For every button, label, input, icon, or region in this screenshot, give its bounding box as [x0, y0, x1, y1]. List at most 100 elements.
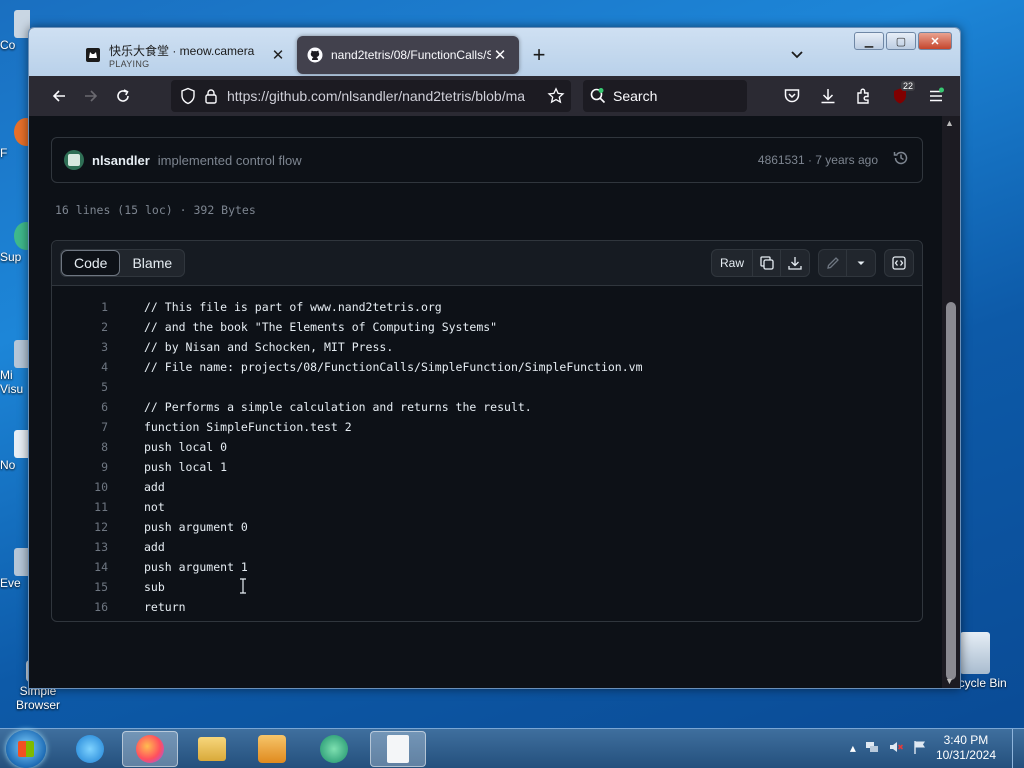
line-number[interactable]: 1 [52, 300, 108, 314]
bookmark-star-icon[interactable] [547, 87, 565, 105]
taskbar-firefox[interactable] [122, 731, 178, 767]
desktop-icon-visual-studio[interactable]: Mi Visu [0, 340, 30, 396]
forward-button[interactable] [75, 80, 107, 112]
line-number[interactable]: 3 [52, 340, 108, 354]
start-button[interactable] [6, 730, 46, 768]
edit-button[interactable] [819, 250, 847, 276]
back-button[interactable] [43, 80, 75, 112]
network-icon[interactable] [864, 739, 880, 758]
scroll-up-arrow-icon[interactable]: ▲ [945, 118, 954, 128]
line-number[interactable]: 7 [52, 420, 108, 434]
tab-github-file[interactable]: nand2tetris/08/FunctionCalls/S ✕ [297, 36, 519, 74]
taskbar-internet-explorer[interactable] [62, 731, 118, 767]
line-code: // File name: projects/08/FunctionCalls/… [144, 360, 643, 374]
volume-muted-icon[interactable] [888, 739, 904, 758]
taskbar-file-explorer[interactable] [184, 731, 240, 767]
action-center-flag-icon[interactable] [912, 739, 928, 758]
new-tab-button[interactable]: + [519, 36, 559, 74]
code-line[interactable]: 2 // and the book "The Elements of Comput… [52, 317, 922, 337]
search-box[interactable]: Search [583, 80, 747, 112]
close-window-button[interactable]: ✕ [918, 32, 952, 50]
scroll-down-arrow-icon[interactable]: ▼ [945, 676, 954, 686]
code-line[interactable]: 11 not [52, 497, 922, 517]
code-line[interactable]: 6 // Performs a simple calculation and re… [52, 397, 922, 417]
desktop-icon-support[interactable]: Sup [0, 222, 30, 264]
code-line[interactable]: 16 return [52, 597, 922, 617]
pocket-button[interactable] [776, 80, 808, 112]
line-number[interactable]: 12 [52, 520, 108, 534]
line-number[interactable]: 14 [52, 560, 108, 574]
scrollbar-thumb[interactable] [946, 302, 956, 680]
code-line[interactable]: 3 // by Nisan and Schocken, MIT Press. [52, 337, 922, 357]
code-line[interactable]: 5 [52, 377, 922, 397]
line-number[interactable]: 15 [52, 580, 108, 594]
desktop-icon-notepad[interactable]: No [0, 430, 30, 472]
download-raw-button[interactable] [781, 250, 809, 276]
commit-message-link[interactable]: implemented control flow [158, 153, 758, 168]
url-text: https://github.com/nlsandler/nand2tetris… [227, 88, 526, 104]
code-line[interactable]: 12 push argument 0 [52, 517, 922, 537]
symbols-panel-button[interactable] [885, 250, 913, 276]
taskbar-media-player[interactable] [244, 731, 300, 767]
shield-icon[interactable] [179, 87, 197, 105]
maximize-button[interactable]: ▢ [886, 32, 916, 50]
code-line[interactable]: 8 push local 0 [52, 437, 922, 457]
line-number[interactable]: 2 [52, 320, 108, 334]
taskbar-app[interactable] [306, 731, 362, 767]
code-line[interactable]: 13 add [52, 537, 922, 557]
line-number[interactable]: 6 [52, 400, 108, 414]
address-bar[interactable]: https://github.com/nlsandler/nand2tetris… [171, 80, 571, 112]
edit-dropdown-button[interactable] [847, 250, 875, 276]
system-tray: ▴ 3:40 PM 10/31/2024 [850, 733, 1018, 763]
extensions-button[interactable] [848, 80, 880, 112]
code-line[interactable]: 14 push argument 1 [52, 557, 922, 577]
code-line[interactable]: 10 add [52, 477, 922, 497]
line-number[interactable]: 9 [52, 460, 108, 474]
author-avatar[interactable] [64, 150, 84, 170]
show-hidden-icons-chevron-icon[interactable]: ▴ [850, 741, 856, 755]
commit-author-link[interactable]: nlsandler [92, 153, 150, 168]
tab-blame[interactable]: Blame [120, 250, 184, 276]
commit-sha-age[interactable]: 4861531 · 7 years ago [758, 153, 878, 167]
line-code: // and the book "The Elements of Computi… [144, 320, 498, 334]
code-line[interactable]: 9 push local 1 [52, 457, 922, 477]
line-number[interactable]: 5 [52, 380, 108, 394]
tab-code[interactable]: Code [61, 250, 121, 276]
close-tab-icon[interactable]: ✕ [491, 46, 509, 64]
code-lines[interactable]: 1 // This file is part of www.nand2tetris… [52, 297, 922, 617]
downloads-button[interactable] [812, 80, 844, 112]
taskbar-notepad[interactable] [370, 731, 426, 767]
code-viewer-header: Code Blame Raw [52, 241, 922, 286]
close-tab-icon[interactable]: ✕ [269, 46, 287, 64]
app-menu-button[interactable] [920, 80, 952, 112]
lock-icon[interactable] [203, 88, 219, 104]
line-number[interactable]: 8 [52, 440, 108, 454]
line-number[interactable]: 10 [52, 480, 108, 494]
minimize-button[interactable]: ▁ [854, 32, 884, 50]
code-line[interactable]: 15 sub [52, 577, 922, 597]
copy-raw-button[interactable] [753, 250, 781, 276]
line-number[interactable]: 13 [52, 540, 108, 554]
tab-meow-camera[interactable]: 快乐大食堂 · meow.camera PLAYING ✕ [75, 36, 297, 74]
ublock-extension-button[interactable]: 22 [884, 80, 916, 112]
line-number[interactable]: 11 [52, 500, 108, 514]
show-desktop-button[interactable] [1012, 729, 1024, 768]
raw-button[interactable]: Raw [712, 250, 753, 276]
clock[interactable]: 3:40 PM 10/31/2024 [936, 733, 996, 763]
desktop-icon-firefox[interactable]: F [0, 118, 30, 160]
line-code: push local 1 [144, 460, 228, 474]
extension-badge-count: 22 [900, 81, 915, 91]
code-line[interactable]: 4 // File name: projects/08/FunctionCalls… [52, 357, 922, 377]
line-number[interactable]: 16 [52, 600, 108, 614]
desktop-icon-computer[interactable]: Co [0, 10, 30, 52]
reload-button[interactable] [107, 80, 139, 112]
list-all-tabs-chevron-icon[interactable] [785, 42, 809, 66]
code-line[interactable]: 7 function SimpleFunction.test 2 [52, 417, 922, 437]
desktop-icon-label: Eve [0, 576, 21, 590]
code-line[interactable]: 1 // This file is part of www.nand2tetris… [52, 297, 922, 317]
history-icon[interactable] [892, 149, 910, 172]
desktop-icon-event[interactable]: Eve [0, 548, 30, 590]
page-scrollbar[interactable]: ▲ ▼ [942, 116, 960, 688]
line-number[interactable]: 4 [52, 360, 108, 374]
copy-icon [759, 256, 774, 270]
